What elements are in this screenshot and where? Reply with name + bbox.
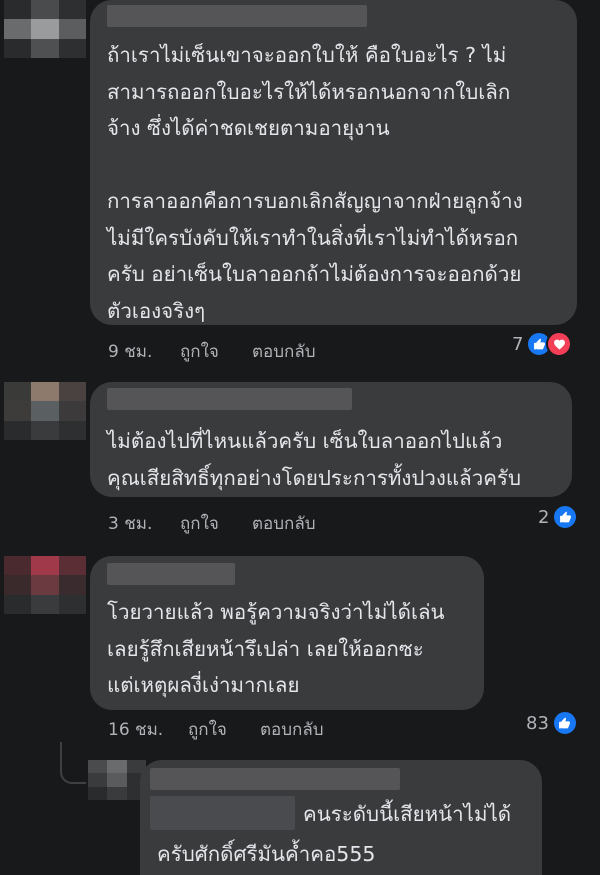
comment-actions: 9 ชม. ถูกใจ ตอบกลับ	[108, 338, 568, 362]
reply-text-line-2: ครับศักดิ์ศรีมันค้ำคอ555	[157, 842, 376, 866]
reply-bubble: คนระดับนี้เสียหน้าไม่ได้ ครับศักดิ์ศรีมั…	[140, 760, 542, 875]
reply-button[interactable]: ตอบกลับ	[260, 716, 324, 743]
reply-thread-line	[60, 742, 86, 784]
like-icon	[552, 504, 579, 530]
commenter-name-blurred[interactable]	[107, 5, 367, 27]
like-icon	[551, 710, 578, 736]
commenter-name-blurred[interactable]	[107, 563, 235, 585]
reaction-summary[interactable]: 2	[538, 504, 579, 530]
avatar[interactable]	[88, 760, 146, 800]
comment-time[interactable]: 3 ชม.	[108, 510, 152, 537]
comment-bubble: โวยวายแล้ว พอรู้ความจริงว่าไม่ได้เล่น เล…	[90, 556, 484, 710]
comment-time[interactable]: 9 ชม.	[108, 338, 152, 365]
commenter-name-blurred[interactable]	[150, 768, 400, 790]
comment-time[interactable]: 16 ชม.	[108, 716, 163, 743]
like-button[interactable]: ถูกใจ	[180, 510, 219, 537]
comment-bubble: ไม่ต้องไปที่ไหนแล้วครับ เซ็นใบลาออกไปแล้…	[90, 382, 572, 497]
reply-button[interactable]: ตอบกลับ	[252, 510, 316, 537]
reply-button[interactable]: ตอบกลับ	[252, 338, 316, 365]
comment-text: ถ้าเราไม่เซ็นเขาจะออกใบให้ คือใบอะไร ? ไ…	[107, 43, 523, 323]
reply-text-line-1: คนระดับนี้เสียหน้าไม่ได้	[303, 802, 512, 826]
reaction-count: 2	[538, 506, 550, 528]
commenter-name-blurred[interactable]	[107, 388, 352, 410]
reaction-count: 83	[526, 712, 549, 734]
avatar[interactable]	[4, 0, 86, 58]
reaction-count: 7	[512, 333, 524, 355]
like-button[interactable]: ถูกใจ	[188, 716, 227, 743]
comment-actions: 16 ชม. ถูกใจ ตอบกลับ	[108, 716, 568, 740]
love-icon	[546, 331, 573, 357]
avatar[interactable]	[4, 556, 86, 614]
commenter-name-blurred	[150, 796, 295, 830]
comment-text: โวยวายแล้ว พอรู้ความจริงว่าไม่ได้เล่น เล…	[107, 600, 445, 697]
like-button[interactable]: ถูกใจ	[180, 338, 219, 365]
comment-bubble: ถ้าเราไม่เซ็นเขาจะออกใบให้ คือใบอะไร ? ไ…	[90, 0, 577, 325]
comment-text: ไม่ต้องไปที่ไหนแล้วครับ เซ็นใบลาออกไปแล้…	[107, 429, 521, 490]
avatar[interactable]	[4, 382, 86, 440]
comment-actions: 3 ชม. ถูกใจ ตอบกลับ	[108, 510, 568, 534]
reaction-summary[interactable]: 83	[526, 710, 578, 736]
reaction-summary[interactable]: 7	[512, 331, 573, 357]
